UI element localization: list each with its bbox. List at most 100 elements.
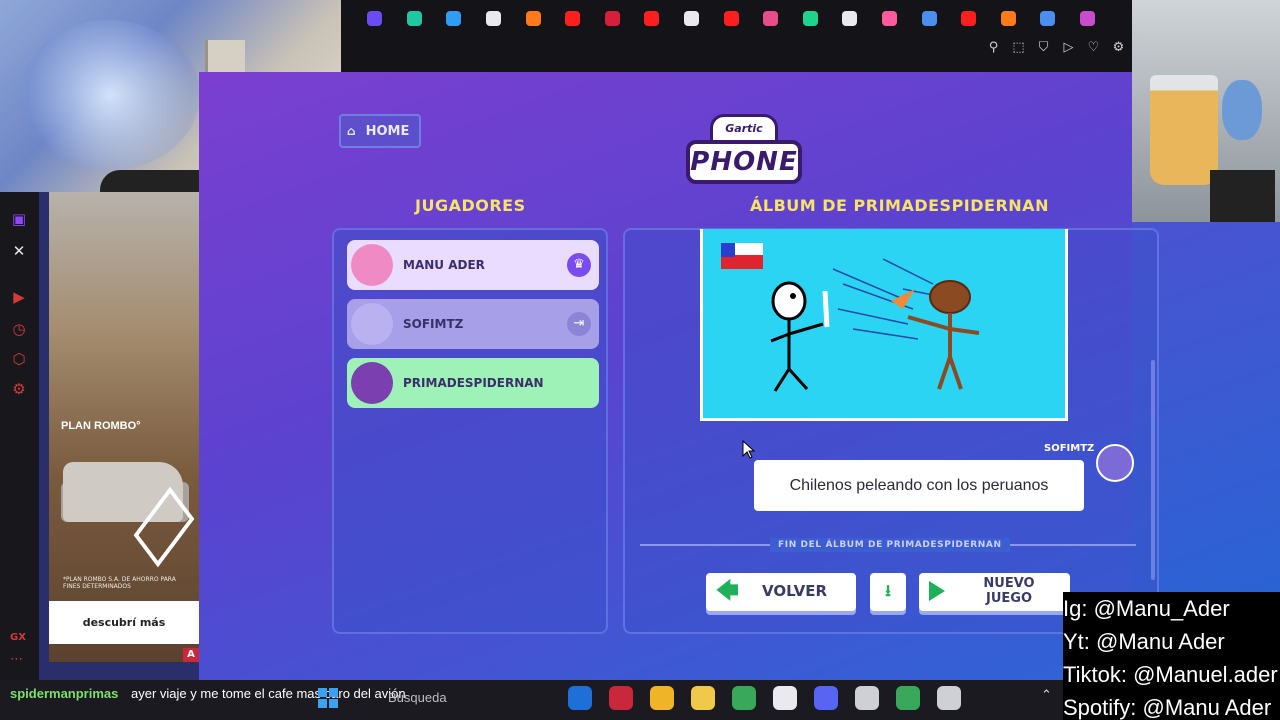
taskbar-search[interactable]: Búsqueda <box>388 690 447 705</box>
taskbar-app-icon[interactable] <box>937 686 961 710</box>
player-name: MANU ADER <box>403 258 485 272</box>
back-button[interactable]: 🡄 VOLVER <box>706 573 856 611</box>
ad-choices-badge[interactable]: A <box>183 648 199 662</box>
player-avatar <box>351 244 393 286</box>
logo-main-text: PHONE <box>690 147 798 177</box>
bookmark-icon[interactable] <box>355 0 395 36</box>
ad-fine-print: *PLAN ROMBO S.A. DE AHORRO PARA FINES DE… <box>63 576 176 590</box>
taskbar-app-icon[interactable] <box>732 686 756 710</box>
new-game-button[interactable]: NUEVO JUEGO <box>919 573 1070 611</box>
social-handle: Tiktok: @Manuel.ader <box>1063 662 1278 687</box>
exit-icon[interactable]: ⇥ <box>567 312 591 336</box>
caption-author: SOFIMTZ <box>1044 443 1095 454</box>
bookmark-icon[interactable] <box>672 0 712 36</box>
bookmark-icon[interactable] <box>593 0 633 36</box>
taskbar-app-icon[interactable] <box>773 686 797 710</box>
flag-red <box>721 255 763 269</box>
album-title: ÁLBUM DE PRIMADESPIDERNAN <box>750 196 1049 215</box>
bookmark-icon[interactable] <box>434 0 474 36</box>
bookmark-icon[interactable] <box>553 0 593 36</box>
author-avatar <box>1096 444 1134 482</box>
bookmark-icon[interactable] <box>909 0 949 36</box>
bookmark-icon[interactable] <box>711 0 751 36</box>
play-icon <box>929 581 945 601</box>
player-row: PRIMADESPIDERNAN <box>347 358 599 408</box>
logo-top-text: Gartic <box>725 122 763 135</box>
settings-icon[interactable]: ⚙ <box>1111 40 1126 55</box>
download-button[interactable]: ⭳ <box>870 573 906 611</box>
bookmark-icon[interactable] <box>1028 0 1068 36</box>
extensions-icon[interactable]: ⬡ <box>10 350 28 368</box>
gx-label: GX <box>10 632 26 643</box>
beer-cup <box>1150 75 1218 185</box>
taskbar-app-icon[interactable] <box>691 686 715 710</box>
second-camera-feed <box>1132 0 1280 222</box>
windows-start-icon[interactable] <box>318 688 338 708</box>
social-links-overlay: Ig: @Manu_Ader Yt: @Manu Ader Tiktok: @Man… <box>1063 592 1280 720</box>
taskbar-app-icon[interactable] <box>568 686 592 710</box>
album-scrollbar[interactable] <box>1151 360 1155 580</box>
taskbar-app-icon[interactable] <box>609 686 633 710</box>
home-label: HOME <box>365 123 410 139</box>
arrow-left-icon: 🡄 <box>716 579 739 604</box>
home-button[interactable]: ⌂ HOME <box>339 114 421 148</box>
ad-cta-button[interactable]: descubrí más <box>49 601 199 644</box>
more-icon[interactable]: ⋯ <box>10 652 23 667</box>
gartic-phone-logo: Gartic PHONE <box>686 114 802 186</box>
browser-tools: ⚲ ⬚ ⛉ ▷ ♡ ⚙ <box>986 40 1126 55</box>
smurf-figure <box>1222 80 1262 140</box>
bookmark-icon[interactable] <box>751 0 791 36</box>
players-title: JUGADORES <box>415 196 526 215</box>
bookmark-icon[interactable] <box>791 0 831 36</box>
bookmark-icon[interactable] <box>989 0 1029 36</box>
bookmark-icon[interactable] <box>949 0 989 36</box>
player-icon[interactable]: ▶ <box>10 288 28 306</box>
players-panel: MANU ADER ♛ SOFIMTZ ⇥ PRIMADESPIDERNAN <box>332 228 608 634</box>
history-icon[interactable]: ◷ <box>10 320 28 338</box>
taskbar-app-icon[interactable] <box>855 686 879 710</box>
browser-top-bar: ⚲ ⬚ ⛉ ▷ ♡ ⚙ <box>341 0 1132 72</box>
taskbar-app-icon[interactable] <box>650 686 674 710</box>
snapshot-icon[interactable]: ⬚ <box>1011 40 1026 55</box>
bookmark-icon[interactable] <box>513 0 553 36</box>
social-handle: Ig: @Manu_Ader <box>1063 596 1230 621</box>
player-avatar <box>351 303 393 345</box>
download-icon: ⭳ <box>885 581 891 600</box>
bookmark-icon[interactable] <box>395 0 435 36</box>
settings-icon[interactable]: ⚙ <box>10 380 28 398</box>
taskbar-app-icon[interactable] <box>896 686 920 710</box>
pin-icon[interactable]: ⚲ <box>986 40 1001 55</box>
social-handle: Yt: @Manu Ader <box>1063 629 1225 654</box>
taskbar-app-icon[interactable] <box>814 686 838 710</box>
shield-icon[interactable]: ⛉ <box>1036 40 1051 55</box>
bookmark-icon[interactable] <box>830 0 870 36</box>
heart-icon[interactable]: ♡ <box>1086 40 1101 55</box>
bookmark-bar <box>341 0 1132 36</box>
twitch-icon[interactable]: ▣ <box>10 210 28 228</box>
chat-username: spidermanprimas <box>10 686 119 701</box>
back-label: VOLVER <box>762 582 827 600</box>
crown-icon: ♛ <box>567 253 591 277</box>
ad-headline: PLAN ROMBO° <box>61 420 141 432</box>
bookmark-icon[interactable] <box>632 0 672 36</box>
player-row: MANU ADER ♛ <box>347 240 599 290</box>
player-avatar <box>351 362 393 404</box>
bookmark-icon[interactable] <box>1068 0 1108 36</box>
caption-bubble: Chilenos peleando con los peruanos <box>754 460 1084 511</box>
player-name: PRIMADESPIDERNAN <box>403 376 544 390</box>
advertisement[interactable]: PLAN ROMBO° *PLAN ROMBO S.A. DE AHORRO P… <box>49 192 199 662</box>
home-icon: ⌂ <box>347 124 356 138</box>
bookmark-icon[interactable] <box>870 0 910 36</box>
sidebar-bottom: GX ⋯ <box>0 632 39 680</box>
browser-sidebar: ▣ ✕ ▶ ◷ ⬡ ⚙ <box>0 192 39 680</box>
album-end-label: FIN DEL ÁLBUM DE PRIMADESPIDERNAN <box>770 538 1010 552</box>
chat-message: ayer viaje y me tome el cafe mas caro de… <box>131 686 406 701</box>
x-icon[interactable]: ✕ <box>10 242 28 260</box>
bookmark-icon[interactable] <box>474 0 514 36</box>
social-handle: Spotify: @Manu Ader <box>1063 695 1272 720</box>
player-name: SOFIMTZ <box>403 317 464 331</box>
play-icon[interactable]: ▷ <box>1061 40 1076 55</box>
chevron-up-icon[interactable]: ⌃ <box>1041 688 1052 703</box>
new-game-label: NUEVO JUEGO <box>983 576 1035 606</box>
album-drawing <box>700 229 1068 421</box>
